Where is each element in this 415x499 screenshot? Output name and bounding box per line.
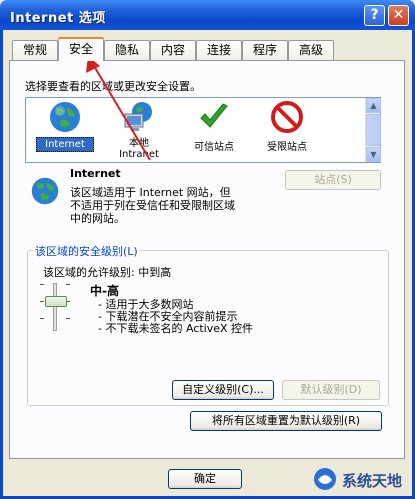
- security-slider-track[interactable]: [53, 283, 57, 331]
- zone-title: Internet: [70, 167, 121, 180]
- default-level-button[interactable]: 默认级别(D): [282, 380, 380, 400]
- reset-all-zones-button[interactable]: 将所有区域重置为默认级别(R): [190, 411, 382, 431]
- zone-trusted[interactable]: 可信站点: [184, 100, 244, 154]
- zone-description-line: 中的网站。: [70, 212, 125, 225]
- zone-scrollbar[interactable]: ▲ ▼: [365, 98, 381, 162]
- tab-advanced[interactable]: 高级: [288, 40, 334, 60]
- window-title: Internet 选项: [10, 11, 106, 26]
- tab-privacy[interactable]: 隐私: [104, 40, 150, 60]
- zone-label: 受限站点: [267, 142, 307, 153]
- zone-intranet[interactable]: 本地 Intranet: [106, 100, 172, 161]
- watermark-logo-icon: [312, 466, 338, 492]
- security-level-title: 该区域的安全级别(L): [33, 243, 140, 259]
- help-button[interactable]: ?: [364, 5, 385, 26]
- close-button[interactable]: ✕: [388, 5, 409, 26]
- zone-label: 本地 Intranet: [119, 138, 159, 160]
- checkmark-icon: [197, 100, 231, 134]
- restricted-icon: [270, 100, 304, 134]
- zone-label: Internet: [36, 137, 94, 152]
- tab-content[interactable]: 内容: [150, 40, 196, 60]
- tab-general[interactable]: 常规: [12, 40, 58, 60]
- scroll-down-icon[interactable]: ▼: [366, 147, 381, 162]
- custom-level-button[interactable]: 自定义级别(C)...: [172, 380, 274, 400]
- ok-button[interactable]: 确定: [168, 469, 242, 489]
- scroll-thumb[interactable]: [366, 114, 381, 146]
- tab-connections[interactable]: 连接: [196, 40, 242, 60]
- zone-restricted[interactable]: 受限站点: [256, 100, 318, 154]
- scroll-up-icon[interactable]: ▲: [366, 98, 381, 113]
- security-slider-thumb[interactable]: [45, 296, 67, 307]
- tab-security[interactable]: 安全: [58, 37, 104, 61]
- title-bar[interactable]: Internet 选项 ? ✕: [0, 0, 415, 30]
- network-icon: [122, 100, 156, 134]
- globe-icon: [48, 100, 82, 134]
- zone-list[interactable]: Internet 本地 Intranet 可信站点 受限站点 ▲ ▼: [25, 97, 381, 163]
- sites-button[interactable]: 站点(S): [285, 170, 381, 190]
- instructions-text: 选择要查看的区域或更改安全设置。: [25, 80, 201, 93]
- zone-label: 可信站点: [194, 142, 234, 153]
- watermark-text: 系统天地: [342, 472, 403, 490]
- tab-programs[interactable]: 程序: [242, 40, 288, 60]
- level-bullet: - 不下载未签名的 ActiveX 控件: [98, 322, 254, 335]
- zone-globe-icon: [30, 176, 60, 206]
- allowed-level-text: 该区域的允许级别: 中到高: [43, 266, 172, 279]
- zone-internet[interactable]: Internet: [36, 100, 94, 152]
